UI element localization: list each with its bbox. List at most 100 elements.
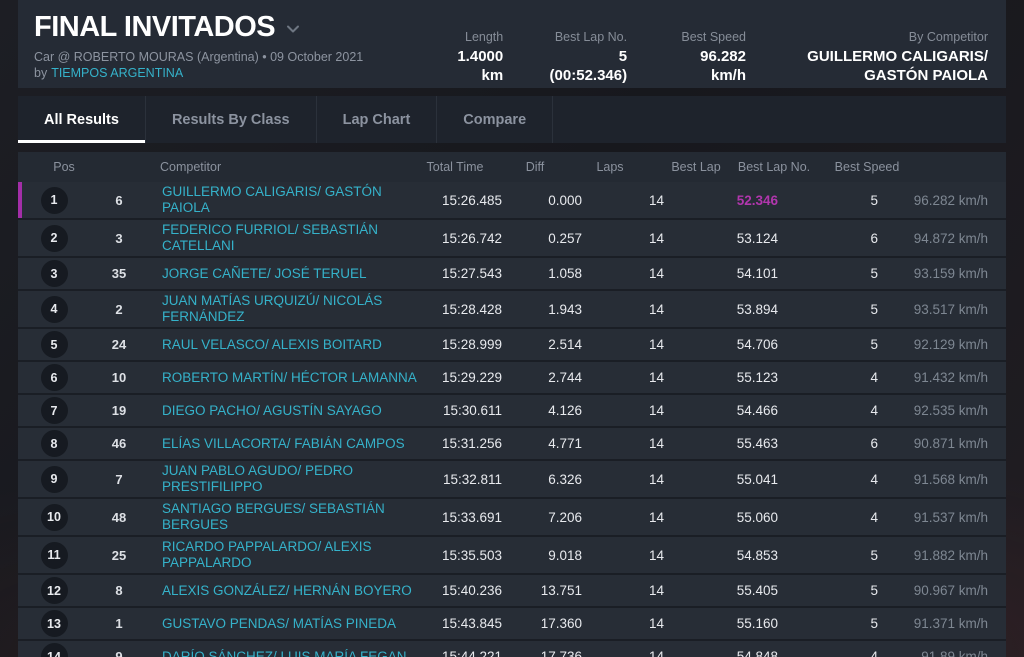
tab-compare[interactable]: Compare [437, 96, 554, 143]
competitor-cell: JUAN MATÍAS URQUIZÚ/ NICOLÁS FERNÁNDEZ [148, 293, 438, 325]
best-speed: 91.371 km/h [913, 616, 988, 631]
table-row: 14 9 DARÍO SÁNCHEZ/ LUIS MARÍA FEGAN 15:… [18, 639, 1006, 657]
competitor-cell: ROBERTO MARTÍN/ HÉCTOR LAMANNA [148, 370, 438, 386]
competitor-cell: SANTIAGO BERGUES/ SEBASTIÁN BERGUES [148, 501, 438, 533]
car-number: 2 [115, 301, 123, 317]
position-cell: 11 [18, 541, 90, 569]
competitor-cell: DIEGO PACHO/ AGUSTÍN SAYAGO [148, 403, 438, 419]
best-lap-no: 5 [870, 192, 878, 208]
best-lap-no: 5 [870, 337, 878, 352]
car-number: 48 [111, 509, 127, 525]
stat-block: Length 1.4000 km [432, 30, 504, 88]
car-number: 1 [115, 616, 123, 631]
best-lap-no: 6 [870, 230, 878, 246]
chevron-down-icon[interactable] [285, 21, 301, 37]
total-time: 15:44.221 [441, 649, 502, 657]
competitor-link[interactable]: ROBERTO MARTÍN/ HÉCTOR LAMANNA [162, 370, 417, 385]
competitor-cell: DARÍO SÁNCHEZ/ LUIS MARÍA FEGAN [148, 649, 438, 657]
tab-all-results[interactable]: All Results [18, 96, 146, 143]
competitor-link[interactable]: GUILLERMO CALIGARIS/ GASTÓN PAIOLA [162, 184, 382, 215]
stat-value: 96.282 km/h [700, 48, 746, 84]
position-badge: 6 [40, 364, 68, 391]
position-cell: 7 [18, 397, 90, 424]
competitor-cell: ALEXIS GONZÁLEZ/ HERNÁN BOYERO [148, 583, 438, 599]
table-row: 5 24 RAUL VELASCO/ ALEXIS BOITARD 15:28.… [18, 327, 1006, 360]
table-body: 1 6 GUILLERMO CALIGARIS/ GASTÓN PAIOLA 1… [18, 182, 1006, 657]
best-lap: 55.123 [736, 370, 778, 385]
car-number: 8 [115, 583, 123, 598]
competitor-cell: RAUL VELASCO/ ALEXIS BOITARD [148, 337, 438, 353]
best-lap: 54.848 [736, 649, 778, 657]
laps: 14 [648, 301, 664, 317]
competitor-link[interactable]: JUAN MATÍAS URQUIZÚ/ NICOLÁS FERNÁNDEZ [162, 293, 382, 324]
best-speed: 90.967 km/h [913, 583, 988, 598]
best-speed: 91.432 km/h [913, 370, 988, 385]
best-lap-no: 5 [870, 547, 878, 563]
competitor-link[interactable]: GUSTAVO PENDAS/ MATÍAS PINEDA [162, 616, 396, 631]
table-row: 3 35 JORGE CAÑETE/ JOSÉ TERUEL 15:27.543… [18, 256, 1006, 289]
best-speed: 96.282 km/h [913, 192, 988, 208]
best-lap: 55.060 [736, 509, 778, 525]
best-speed: 91.537 km/h [913, 509, 988, 525]
table-header-row: Pos Competitor Total Time Diff Laps Best… [18, 152, 1006, 182]
position-badge: 3 [40, 260, 68, 287]
car-number: 25 [111, 547, 127, 563]
position-badge: 14 [40, 643, 68, 657]
position-badge: 11 [40, 541, 68, 569]
competitor-link[interactable]: RICARDO PAPPALARDO/ ALEXIS PAPPALARDO [162, 539, 372, 570]
position-badge: 10 [40, 503, 68, 531]
competitor-link[interactable]: JORGE CAÑETE/ JOSÉ TERUEL [162, 266, 367, 281]
event-title-block: FINAL INVITADOS Car @ ROBERTO MOURAS (Ar… [34, 10, 432, 88]
stat-value: GUILLERMO CALIGARIS/ GASTÓN PAIOLA [807, 48, 988, 84]
competitor-link[interactable]: JUAN PABLO AGUDO/ PEDRO PRESTIFILIPPO [162, 463, 353, 494]
best-lap: 53.894 [736, 301, 778, 317]
total-time: 15:27.543 [441, 266, 502, 281]
diff: 9.018 [548, 547, 582, 563]
competitor-link[interactable]: ALEXIS GONZÁLEZ/ HERNÁN BOYERO [162, 583, 412, 598]
stat-block: Best Lap No. 5 (00:52.346) [537, 30, 628, 88]
laps: 14 [648, 230, 664, 246]
tiempos-argentina-link[interactable]: TIEMPOS ARGENTINA [51, 66, 183, 80]
best-lap-no: 4 [870, 403, 878, 418]
position-badge: 13 [40, 610, 68, 637]
competitor-link[interactable]: DIEGO PACHO/ AGUSTÍN SAYAGO [162, 403, 382, 418]
car-number: 10 [111, 370, 127, 385]
tab-results-by-class[interactable]: Results By Class [146, 96, 317, 143]
column-header-diff: Diff [525, 160, 545, 174]
best-speed: 91.882 km/h [913, 547, 988, 563]
total-time: 15:26.742 [441, 230, 502, 246]
competitor-cell: RICARDO PAPPALARDO/ ALEXIS PAPPALARDO [148, 539, 438, 571]
competitor-link[interactable]: DARÍO SÁNCHEZ/ LUIS MARÍA FEGAN [162, 649, 407, 657]
position-cell: 9 [18, 465, 90, 493]
competitor-link[interactable]: RAUL VELASCO/ ALEXIS BOITARD [162, 337, 382, 352]
best-speed: 91.89 km/h [921, 649, 988, 657]
total-time: 15:31.256 [441, 436, 502, 451]
column-header-best-speed: Best Speed [834, 160, 900, 174]
diff: 0.000 [548, 192, 582, 208]
best-lap: 55.160 [736, 616, 778, 631]
best-lap: 52.346 [736, 192, 778, 208]
position-cell: 14 [18, 643, 90, 657]
stat-label: Length [465, 30, 504, 44]
competitor-link[interactable]: ELÍAS VILLACORTA/ FABIÁN CAMPOS [162, 436, 405, 451]
competitor-link[interactable]: SANTIAGO BERGUES/ SEBASTIÁN BERGUES [162, 501, 385, 532]
car-number: 7 [115, 471, 123, 487]
laps: 14 [648, 266, 664, 281]
position-cell: 4 [18, 295, 90, 323]
laps: 14 [648, 649, 664, 657]
diff: 13.751 [540, 583, 582, 598]
total-time: 15:32.811 [442, 471, 502, 487]
column-header-pos: Pos [53, 160, 75, 174]
laps: 14 [648, 436, 664, 451]
best-speed: 93.159 km/h [913, 266, 988, 281]
laps: 14 [648, 403, 664, 418]
tab-lap-chart[interactable]: Lap Chart [317, 96, 438, 143]
best-lap-no: 4 [870, 509, 878, 525]
total-time: 15:29.229 [441, 370, 502, 385]
best-lap-no: 4 [870, 370, 878, 385]
best-lap-no: 5 [870, 616, 878, 631]
car-number: 35 [111, 266, 127, 281]
car-number: 19 [111, 403, 127, 418]
competitor-link[interactable]: FEDERICO FURRIOL/ SEBASTIÁN CATELLANI [162, 222, 378, 253]
stat-block: By Competitor GUILLERMO CALIGARIS/ GASTÓ… [780, 30, 988, 88]
